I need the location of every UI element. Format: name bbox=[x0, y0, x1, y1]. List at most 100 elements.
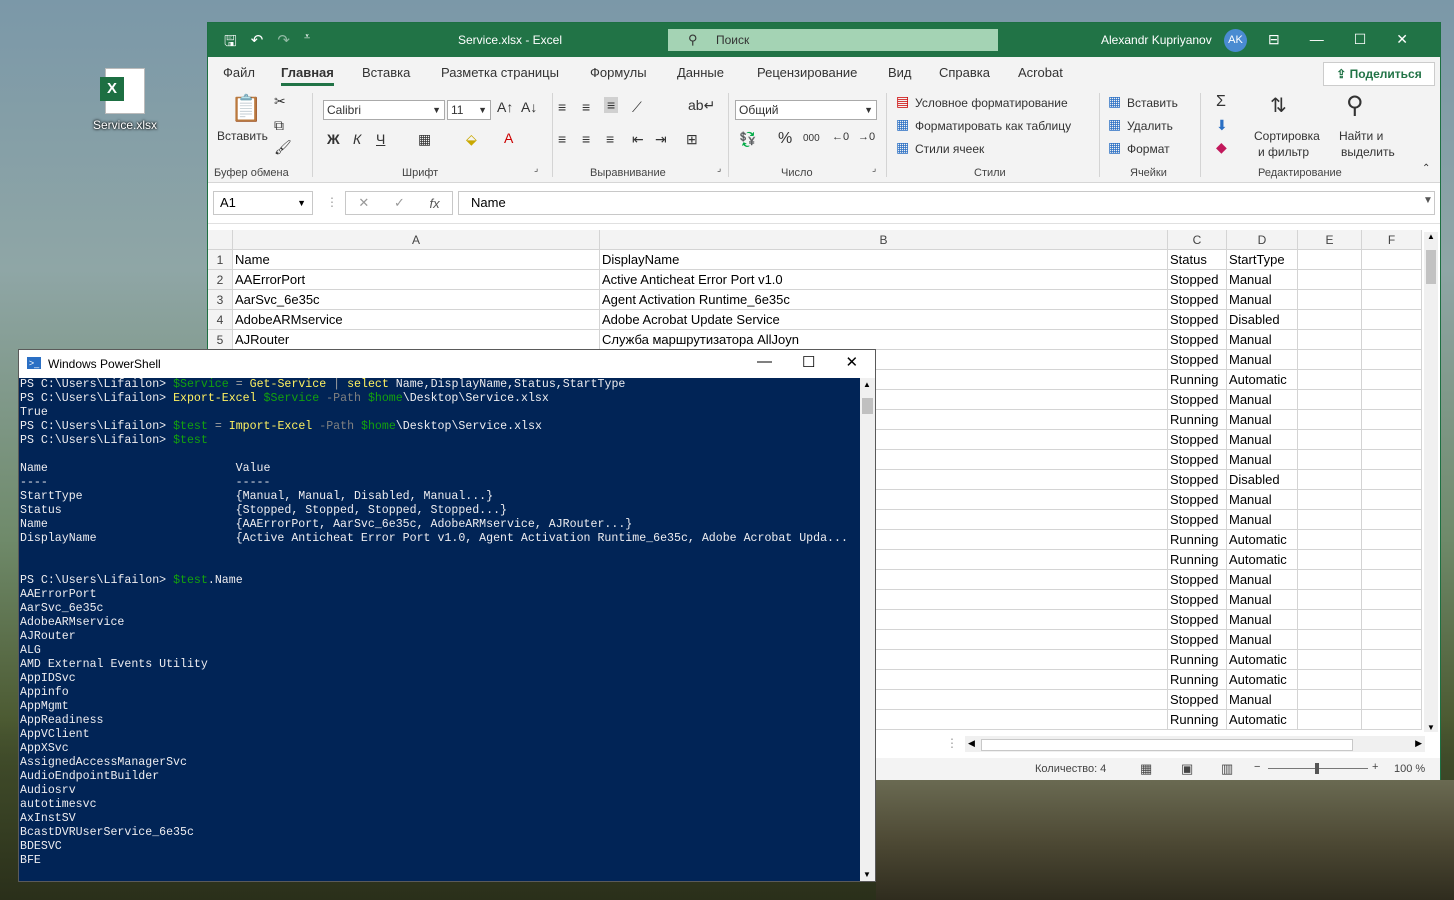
orientation-icon[interactable]: ⟋ bbox=[632, 99, 642, 116]
share-button[interactable]: ⇪ Поделиться bbox=[1323, 62, 1435, 86]
cancel-icon[interactable]: ✕ bbox=[358, 195, 369, 211]
desktop-file-icon[interactable]: X Service.xlsx bbox=[90, 68, 160, 132]
cell-d15[interactable]: Automatic bbox=[1227, 530, 1298, 550]
wrap-text-icon[interactable]: ab↵ bbox=[688, 97, 715, 114]
cell-e2[interactable] bbox=[1298, 270, 1362, 290]
italic-button[interactable]: К bbox=[353, 131, 361, 147]
cell-d11[interactable]: Manual bbox=[1227, 450, 1298, 470]
cell-b5[interactable]: Служба маршрутизатора AllJoyn bbox=[600, 330, 1168, 350]
cell-e9[interactable] bbox=[1298, 410, 1362, 430]
cell-a5[interactable]: AJRouter bbox=[233, 330, 600, 350]
cell-d23[interactable]: Manual bbox=[1227, 690, 1298, 710]
cell-a3[interactable]: AarSvc_6e35c bbox=[233, 290, 600, 310]
cell-d19[interactable]: Manual bbox=[1227, 610, 1298, 630]
cell-d17[interactable]: Manual bbox=[1227, 570, 1298, 590]
maximize-icon[interactable]: ☐ bbox=[802, 353, 815, 371]
cell-c1[interactable]: Status bbox=[1168, 250, 1227, 270]
cell-f3[interactable] bbox=[1362, 290, 1422, 310]
cell-d3[interactable]: Manual bbox=[1227, 290, 1298, 310]
cell-c17[interactable]: Stopped bbox=[1168, 570, 1227, 590]
scroll-thumb[interactable] bbox=[862, 398, 873, 414]
customize-qat-icon[interactable]: ⩡ bbox=[304, 31, 310, 56]
zoom-out-icon[interactable]: − bbox=[1254, 761, 1260, 773]
tab-home[interactable]: Главная bbox=[281, 65, 334, 86]
scroll-up-icon[interactable]: ▲ bbox=[1427, 232, 1435, 241]
tab-insert[interactable]: Вставка bbox=[362, 65, 410, 80]
cell-d4[interactable]: Disabled bbox=[1227, 310, 1298, 330]
column-header-b[interactable]: B bbox=[600, 230, 1168, 250]
cell-d7[interactable]: Automatic bbox=[1227, 370, 1298, 390]
cell-d10[interactable]: Manual bbox=[1227, 430, 1298, 450]
cell-b2[interactable]: Active Anticheat Error Port v1.0 bbox=[600, 270, 1168, 290]
tab-data[interactable]: Данные bbox=[677, 65, 724, 80]
cell-d5[interactable]: Manual bbox=[1227, 330, 1298, 350]
cell-c16[interactable]: Running bbox=[1168, 550, 1227, 570]
insert-cells-button[interactable]: Вставить bbox=[1127, 96, 1178, 110]
dialog-launcher-icon[interactable]: ⌟ bbox=[717, 163, 721, 174]
scroll-right-icon[interactable]: ▶ bbox=[1415, 738, 1422, 749]
select-all-corner[interactable] bbox=[208, 230, 233, 250]
row-header[interactable]: 5 bbox=[208, 330, 233, 350]
cell-f23[interactable] bbox=[1362, 690, 1422, 710]
cell-c3[interactable]: Stopped bbox=[1168, 290, 1227, 310]
cell-d6[interactable]: Manual bbox=[1227, 350, 1298, 370]
cell-d22[interactable]: Automatic bbox=[1227, 670, 1298, 690]
normal-view-icon[interactable]: ▦ bbox=[1140, 761, 1152, 777]
avatar[interactable]: AK bbox=[1224, 29, 1247, 52]
cell-e8[interactable] bbox=[1298, 390, 1362, 410]
cell-f1[interactable] bbox=[1362, 250, 1422, 270]
cell-f10[interactable] bbox=[1362, 430, 1422, 450]
zoom-level[interactable]: 100 % bbox=[1394, 763, 1425, 775]
dialog-launcher-icon[interactable]: ⌟ bbox=[534, 163, 538, 174]
cell-c22[interactable]: Running bbox=[1168, 670, 1227, 690]
find-select-label-1[interactable]: Найти и bbox=[1339, 129, 1383, 143]
cell-c9[interactable]: Running bbox=[1168, 410, 1227, 430]
increase-decimal-icon[interactable]: ←0 bbox=[832, 131, 849, 143]
cell-c10[interactable]: Stopped bbox=[1168, 430, 1227, 450]
font-color-icon[interactable]: A bbox=[504, 130, 513, 146]
delete-cells-button[interactable]: Удалить bbox=[1127, 119, 1173, 133]
autosum-icon[interactable]: Σ bbox=[1216, 93, 1226, 111]
cell-e16[interactable] bbox=[1298, 550, 1362, 570]
cell-f16[interactable] bbox=[1362, 550, 1422, 570]
scroll-thumb[interactable] bbox=[1426, 250, 1436, 284]
thousands-icon[interactable]: 000 bbox=[803, 133, 820, 144]
format-as-table-button[interactable]: Форматировать как таблицу bbox=[915, 119, 1071, 133]
cell-b1[interactable]: DisplayName bbox=[600, 250, 1168, 270]
tab-formulas[interactable]: Формулы bbox=[590, 65, 647, 80]
cell-f5[interactable] bbox=[1362, 330, 1422, 350]
cell-c6[interactable]: Stopped bbox=[1168, 350, 1227, 370]
column-header-f[interactable]: F bbox=[1362, 230, 1422, 250]
vertical-scrollbar[interactable]: ▲ ▼ bbox=[1424, 232, 1438, 732]
cell-f15[interactable] bbox=[1362, 530, 1422, 550]
cell-styles-button[interactable]: Стили ячеек bbox=[915, 142, 984, 156]
minimize-icon[interactable]: — bbox=[1310, 31, 1324, 48]
save-icon[interactable]: 🖫 bbox=[224, 31, 237, 56]
tab-view[interactable]: Вид bbox=[888, 65, 912, 80]
scroll-down-icon[interactable]: ▼ bbox=[1427, 723, 1435, 732]
cell-f12[interactable] bbox=[1362, 470, 1422, 490]
tab-review[interactable]: Рецензирование bbox=[757, 65, 857, 80]
cell-d1[interactable]: StartType bbox=[1227, 250, 1298, 270]
scroll-down-icon[interactable]: ▼ bbox=[863, 870, 871, 879]
fill-color-icon[interactable]: ⬙ bbox=[466, 131, 477, 148]
cell-b4[interactable]: Adobe Acrobat Update Service bbox=[600, 310, 1168, 330]
ribbon-display-icon[interactable]: ⊟ bbox=[1268, 31, 1280, 48]
cell-d13[interactable]: Manual bbox=[1227, 490, 1298, 510]
sort-filter-label-2[interactable]: и фильтр bbox=[1258, 145, 1309, 159]
clear-icon[interactable]: ◆ bbox=[1216, 139, 1227, 156]
cell-f22[interactable] bbox=[1362, 670, 1422, 690]
close-icon[interactable]: ✕ bbox=[1396, 31, 1408, 48]
cell-c4[interactable]: Stopped bbox=[1168, 310, 1227, 330]
paste-icon[interactable]: 📋 bbox=[230, 93, 262, 124]
column-header-c[interactable]: C bbox=[1168, 230, 1227, 250]
cell-f9[interactable] bbox=[1362, 410, 1422, 430]
align-center-icon[interactable]: ≡ bbox=[582, 131, 590, 147]
column-header-d[interactable]: D bbox=[1227, 230, 1298, 250]
increase-indent-icon[interactable]: ⇥ bbox=[655, 131, 667, 148]
cell-d20[interactable]: Manual bbox=[1227, 630, 1298, 650]
search-box[interactable]: ⚲ Поиск bbox=[668, 29, 998, 51]
name-box[interactable]: A1 ▼ bbox=[213, 191, 313, 215]
font-size-select[interactable]: 11 ▼ bbox=[447, 100, 491, 120]
row-header[interactable]: 1 bbox=[208, 250, 233, 270]
